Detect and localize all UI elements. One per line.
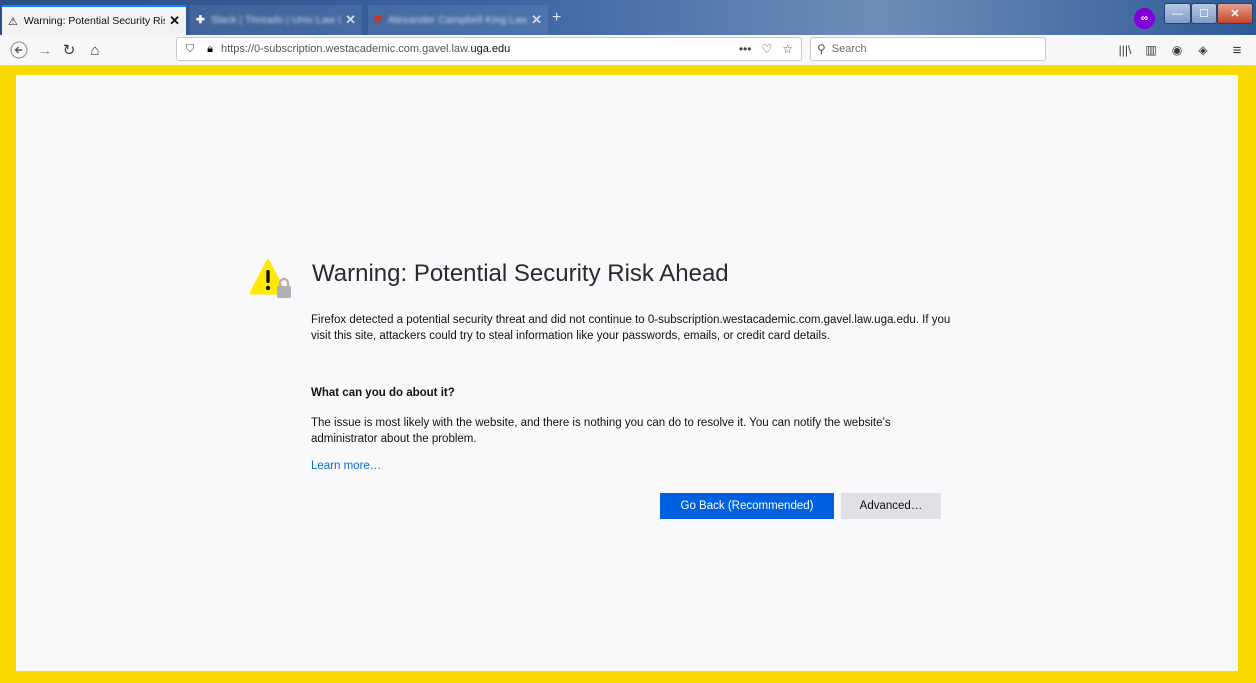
new-tab-button[interactable]: + [552, 9, 561, 27]
url-bar[interactable]: ⛉ 🔒︎ https://0-subscription.westacademic… [176, 37, 802, 61]
back-button[interactable] [8, 39, 30, 61]
learn-more-link[interactable]: Learn more… [311, 460, 381, 472]
section-heading: What can you do about it? [311, 387, 455, 399]
extension-shield-icon[interactable]: ◈ [1192, 39, 1214, 61]
tab-title: Slack | Threads | Univ Law LLC [210, 14, 342, 26]
tracking-protection-icon[interactable]: ⛉ [181, 43, 199, 56]
tab-close-icon[interactable]: ✕ [169, 13, 180, 29]
page-title: Warning: Potential Security Risk Ahead [312, 260, 729, 287]
home-button[interactable]: ⌂ [84, 39, 106, 61]
navigation-toolbar: → ↻ ⌂ ⛉ 🔒︎ https://0-subscription.westac… [0, 35, 1256, 66]
account-icon[interactable]: ◉ [1166, 39, 1188, 61]
tab-title: Warning: Potential Security Risk [23, 15, 166, 27]
error-page: Warning: Potential Security Risk Ahead F… [16, 75, 1238, 671]
shield-favicon-icon: ⛊ [374, 13, 382, 26]
warning-lock-icon [250, 259, 291, 298]
pocket-icon[interactable]: ♡ [761, 42, 772, 56]
search-placeholder: Search [831, 43, 867, 55]
private-browsing-icon: ∞ [1134, 8, 1155, 29]
tab-security-warning[interactable]: ⚠ Warning: Potential Security Risk ✕ [2, 5, 186, 35]
search-input[interactable]: ⚲ Search [810, 37, 1046, 61]
tab-strip: ⚠ Warning: Potential Security Risk ✕ ✚ S… [0, 0, 1256, 35]
tab-close-icon[interactable]: ✕ [345, 12, 356, 28]
menu-icon[interactable]: ≡ [1226, 39, 1248, 61]
page-actions-icon[interactable]: ••• [739, 42, 752, 56]
bookmark-star-icon[interactable]: ☆ [782, 42, 793, 56]
tab-slack[interactable]: ✚ Slack | Threads | Univ Law LLC ✕ [190, 5, 362, 35]
advanced-button[interactable]: Advanced… [841, 493, 941, 519]
library-icon[interactable]: |||\ [1114, 39, 1136, 61]
go-back-button[interactable]: Go Back (Recommended) [660, 493, 834, 519]
sidebar-icon[interactable]: ▥ [1140, 39, 1162, 61]
warning-icon: ⚠ [8, 15, 18, 28]
search-icon: ⚲ [817, 42, 826, 56]
forward-button[interactable]: → [34, 39, 56, 61]
intro-text: Firefox detected a potential security th… [311, 314, 951, 342]
tab-title: Alexander Campbell King Law L [387, 14, 528, 26]
tab-close-icon[interactable]: ✕ [531, 12, 542, 28]
back-arrow-icon [10, 41, 28, 59]
section-body: The issue is most likely with the websit… [311, 417, 891, 445]
close-window-button[interactable]: ✕ [1217, 3, 1253, 24]
slack-icon: ✚ [196, 14, 205, 26]
insecure-lock-icon[interactable]: 🔒︎ [201, 43, 219, 56]
tab-law-firm[interactable]: ⛊ Alexander Campbell King Law L ✕ [368, 5, 548, 35]
maximize-button[interactable]: ☐ [1191, 3, 1217, 24]
url-text[interactable]: https://0-subscription.westacademic.com.… [221, 43, 510, 55]
minimize-button[interactable]: — [1164, 3, 1191, 24]
reload-button[interactable]: ↻ [58, 39, 80, 61]
